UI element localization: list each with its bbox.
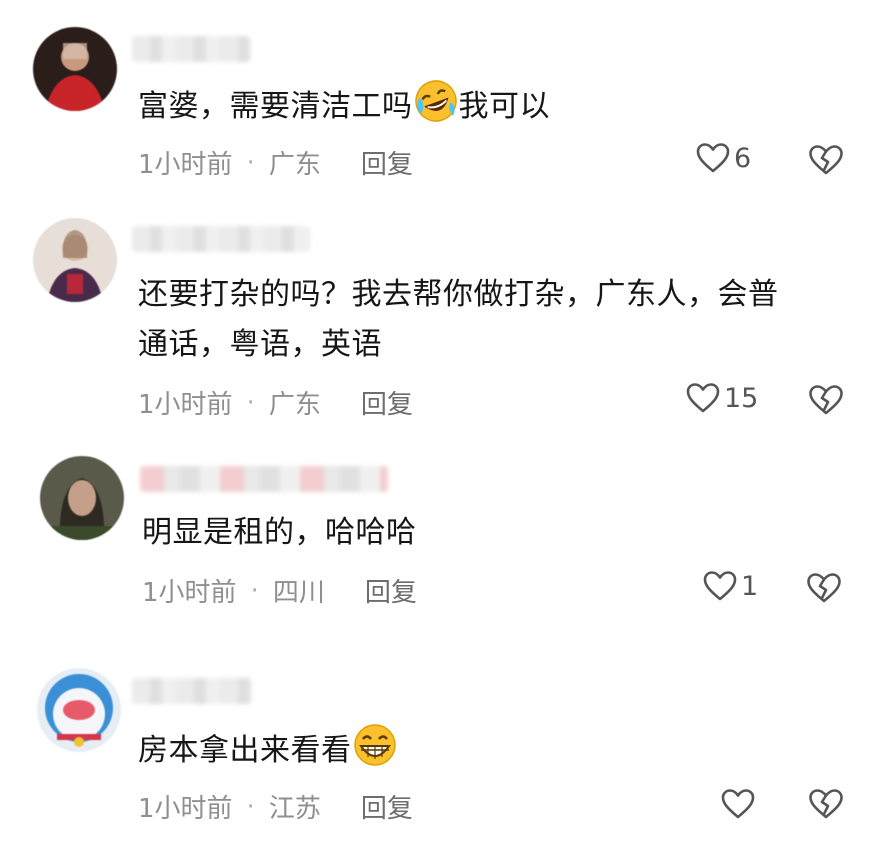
meta-separator: · bbox=[246, 387, 255, 418]
heart-icon bbox=[686, 383, 720, 413]
comment-location: 江苏 bbox=[268, 794, 321, 824]
heart-icon bbox=[696, 143, 730, 173]
comment-text: 富婆，需要清洁工吗 我可以 bbox=[138, 78, 550, 132]
meta-separator: · bbox=[246, 791, 255, 822]
dislike-button[interactable] bbox=[808, 788, 844, 824]
broken-heart-icon bbox=[809, 789, 843, 819]
avatar[interactable] bbox=[33, 27, 117, 111]
comment-location: 四川 bbox=[272, 578, 325, 608]
avatar[interactable] bbox=[33, 218, 117, 302]
broken-heart-icon bbox=[809, 145, 843, 175]
grinning-face-emoji-icon bbox=[352, 722, 398, 768]
comment-time: 1小时前 bbox=[138, 390, 233, 420]
comment-meta: 1小时前 · 广东 回复 bbox=[138, 384, 413, 421]
dislike-button[interactable] bbox=[806, 572, 842, 608]
like-count: 1 bbox=[741, 570, 759, 602]
comment-location: 广东 bbox=[268, 390, 321, 420]
reply-button[interactable]: 回复 bbox=[361, 788, 413, 825]
meta-separator: · bbox=[250, 575, 259, 606]
comment-time: 1小时前 bbox=[138, 794, 233, 824]
avatar[interactable] bbox=[37, 668, 121, 752]
comment-text-line2: 通话，粤语，英语 bbox=[138, 327, 382, 362]
comment-meta: 1小时前 · 广东 回复 bbox=[138, 144, 413, 181]
meta-separator: · bbox=[246, 147, 255, 178]
username-blurred[interactable] bbox=[132, 226, 310, 252]
dislike-button[interactable] bbox=[808, 144, 844, 180]
reply-button[interactable]: 回复 bbox=[361, 384, 413, 421]
comment-text-line1: 还要打杂的吗？我去帮你做打杂，广东人，会普 bbox=[138, 277, 779, 312]
like-count: 15 bbox=[724, 382, 759, 414]
username-blurred[interactable] bbox=[132, 36, 250, 62]
like-button[interactable] bbox=[721, 788, 759, 820]
comment-time: 1小时前 bbox=[138, 150, 233, 180]
reply-button[interactable]: 回复 bbox=[365, 572, 417, 609]
dislike-button[interactable] bbox=[808, 384, 844, 420]
comment-time: 1小时前 bbox=[142, 578, 237, 608]
like-button[interactable]: 1 bbox=[703, 570, 758, 602]
comment-text: 明显是租的，哈哈哈 bbox=[142, 515, 417, 550]
comment-text-main: 富婆，需要清洁工吗 bbox=[138, 89, 413, 124]
reply-button[interactable]: 回复 bbox=[361, 144, 413, 181]
broken-heart-icon bbox=[807, 573, 841, 603]
comment-text-main: 房本拿出来看看 bbox=[138, 733, 352, 768]
rolling-laughing-emoji-icon bbox=[413, 78, 459, 124]
like-button[interactable]: 6 bbox=[696, 142, 751, 174]
avatar[interactable] bbox=[40, 456, 124, 540]
heart-icon bbox=[721, 789, 755, 819]
comment-meta: 1小时前 · 江苏 回复 bbox=[138, 788, 413, 825]
like-button[interactable]: 15 bbox=[686, 382, 758, 414]
username-blurred[interactable] bbox=[140, 466, 388, 492]
comment-text: 房本拿出来看看 bbox=[138, 722, 398, 776]
username-blurred[interactable] bbox=[132, 678, 252, 704]
comment-location: 广东 bbox=[268, 150, 321, 180]
heart-icon bbox=[703, 571, 737, 601]
like-count: 6 bbox=[734, 142, 752, 174]
broken-heart-icon bbox=[809, 385, 843, 415]
comment-text-tail: 我可以 bbox=[458, 89, 550, 124]
comment-meta: 1小时前 · 四川 回复 bbox=[142, 572, 417, 609]
